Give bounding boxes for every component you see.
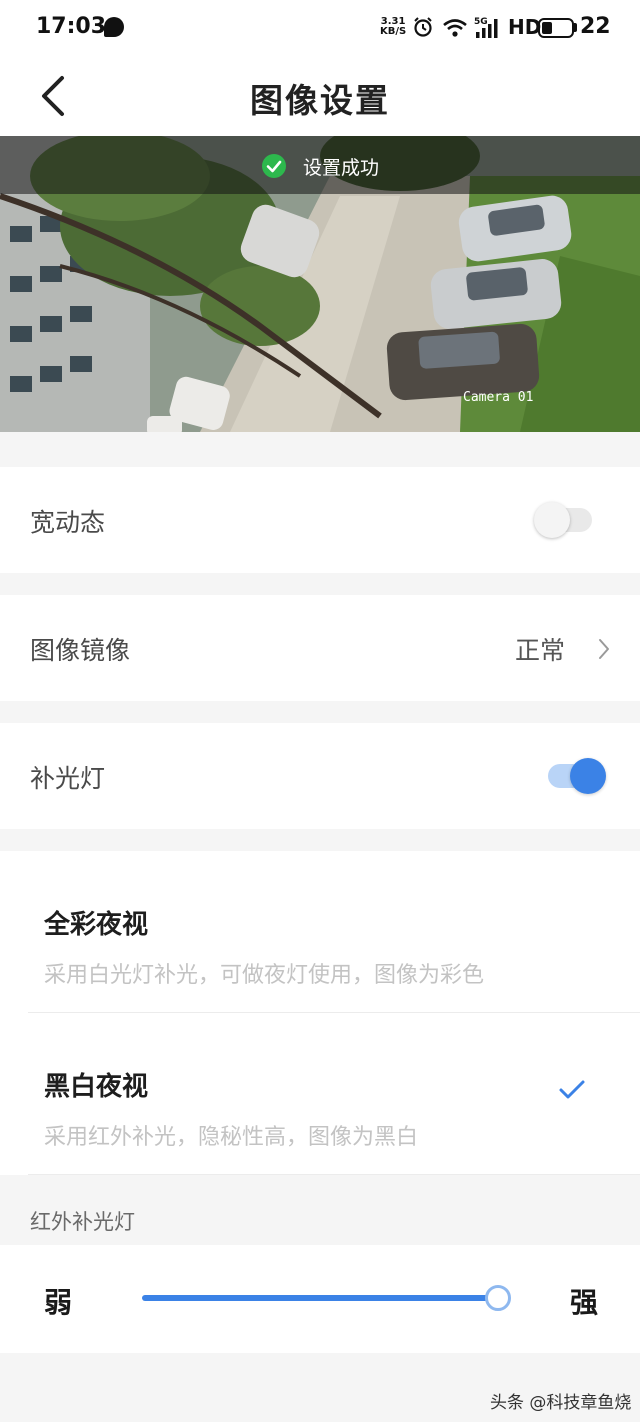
status-bar: 17:03 3.31 KB/S 5G HD 22	[0, 0, 640, 56]
night-mode-list: 全彩夜视 采用白光灯补光，可做夜灯使用，图像为彩色 黑白夜视 采用红外补光，隐秘…	[0, 851, 640, 1175]
camera-label: Camera 01	[463, 390, 534, 405]
toast-text: 设置成功	[303, 157, 380, 179]
wdr-label: 宽动态	[30, 508, 106, 537]
wdr-toggle[interactable]	[534, 502, 592, 538]
night-mode-desc: 采用红外补光，隐秘性高，图像为黑白	[44, 1125, 419, 1150]
ir-light-section-label: 红外补光灯	[30, 1210, 135, 1234]
mirror-value: 正常	[515, 636, 566, 665]
ir-light-slider-track[interactable]	[142, 1295, 498, 1301]
check-circle-icon	[262, 154, 286, 178]
slider-min-label: 弱	[44, 1286, 73, 1319]
watermark: 头条 @科技章鱼烧	[490, 1393, 632, 1413]
fill-light-label: 补光灯	[30, 764, 106, 793]
hd-indicator: HD	[508, 15, 542, 39]
fill-light-row: 补光灯	[0, 723, 640, 829]
alarm-icon	[414, 17, 432, 37]
fill-light-toggle[interactable]	[548, 758, 606, 794]
camera-preview[interactable]: 设置成功 Camera 01	[0, 136, 640, 432]
battery-tip	[574, 23, 577, 32]
slider-max-label: 强	[570, 1286, 599, 1319]
network-speed: 3.31 KB/S	[380, 17, 406, 37]
divider	[28, 1174, 640, 1175]
checkmark-icon	[559, 1080, 585, 1099]
battery-level: 22	[580, 14, 611, 39]
night-mode-option-color[interactable]: 全彩夜视 采用白光灯补光，可做夜灯使用，图像为彩色	[0, 851, 640, 1013]
night-mode-option-bw[interactable]: 黑白夜视 采用红外补光，隐秘性高，图像为黑白	[0, 1013, 640, 1175]
ir-light-slider-thumb[interactable]	[485, 1285, 511, 1311]
page-title: 图像设置	[250, 81, 390, 120]
night-mode-desc: 采用白光灯补光，可做夜灯使用，图像为彩色	[44, 963, 485, 988]
message-notification-icon	[104, 17, 124, 37]
header: 图像设置	[0, 56, 640, 136]
mirror-row[interactable]: 图像镜像 正常	[0, 595, 640, 701]
network-speed-unit: KB/S	[380, 26, 407, 37]
night-mode-title: 黑白夜视	[44, 1072, 149, 1102]
network-type-label: 5G	[474, 17, 488, 27]
battery-icon	[538, 18, 574, 38]
chevron-right-icon	[599, 639, 609, 659]
night-mode-title: 全彩夜视	[44, 910, 149, 940]
ir-light-slider-row: 弱 强	[0, 1245, 640, 1353]
success-toast: 设置成功	[0, 136, 640, 194]
signal-5g-icon: 5G	[474, 17, 498, 38]
status-time: 17:03	[36, 14, 107, 39]
wdr-row: 宽动态	[0, 467, 640, 573]
mirror-label: 图像镜像	[30, 636, 131, 665]
wifi-icon	[443, 19, 467, 37]
